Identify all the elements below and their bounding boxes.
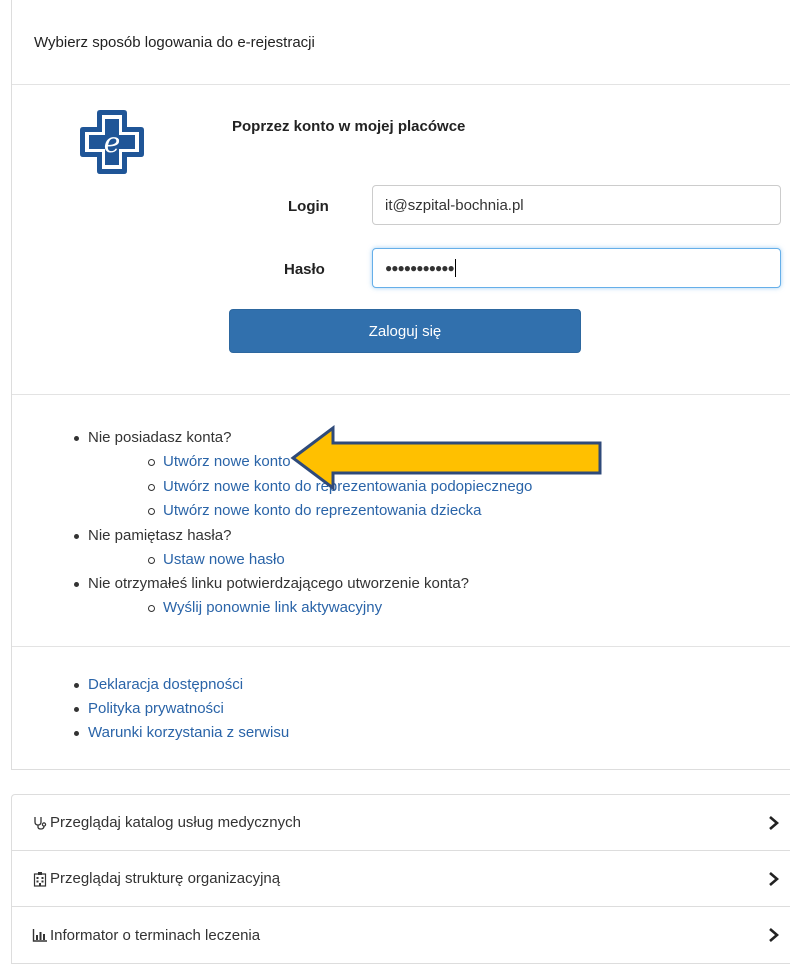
footer-links-list: Deklaracja dostępności Polityka prywatno… [12, 673, 790, 745]
login-label: Login [288, 198, 329, 215]
list-item: Nie pamiętasz hasła? Ustaw nowe hasło [74, 524, 790, 573]
login-button[interactable]: Zaloguj się [229, 309, 581, 353]
privacy-policy-link[interactable]: Polityka prywatności [88, 700, 224, 717]
nav-item-org-structure[interactable]: Przeglądaj strukturę organizacyjną [12, 851, 790, 907]
resend-activation-link[interactable]: Wyślij ponownie link aktywacyjny [163, 599, 382, 616]
stethoscope-icon [32, 815, 48, 831]
password-label: Hasło [284, 261, 325, 278]
password-sublist: Ustaw nowe hasło [88, 548, 790, 573]
list-item: Utwórz nowe konto do reprezentowania dzi… [148, 499, 790, 524]
e-rejestracja-logo: e [80, 110, 144, 174]
terms-of-service-link[interactable]: Warunki korzystania z serwisu [88, 724, 289, 741]
create-child-account-link[interactable]: Utwórz nowe konto do reprezentowania dzi… [163, 502, 482, 519]
chevron-right-icon [769, 816, 779, 830]
login-input-value: it@szpital-bochnia.pl [385, 196, 524, 214]
list-item: Wyślij ponownie link aktywacyjny [148, 596, 790, 621]
activation-sublist: Wyślij ponownie link aktywacyjny [88, 596, 790, 621]
text-caret [454, 259, 456, 277]
login-section: e Poprzez konto w mojej placówce Login i… [12, 85, 790, 395]
login-button-label: Zaloguj się [368, 322, 442, 340]
no-account-text: Nie posiadasz konta? [88, 429, 232, 446]
footer-links-section: Deklaracja dostępności Polityka prywatno… [12, 647, 790, 769]
card-header: Wybierz sposób logowania do e-rejestracj… [12, 0, 790, 85]
nav-item-label: Informator o terminach leczenia [50, 926, 261, 944]
login-input[interactable]: it@szpital-bochnia.pl [372, 185, 781, 225]
login-method-heading: Poprzez konto w mojej placówce [232, 118, 466, 135]
list-item: Nie otrzymałeś linku potwierdzającego ut… [74, 572, 790, 621]
annotation-arrow-icon [290, 425, 602, 491]
create-account-link[interactable]: Utwórz nowe konto [163, 453, 291, 470]
navigation-list: Przeglądaj katalog usług medycznych Prze… [11, 794, 790, 964]
nav-item-label: Przeglądaj katalog usług medycznych [50, 814, 301, 831]
chevron-right-icon [769, 872, 779, 886]
page-title: Wybierz sposób logowania do e-rejestracj… [34, 34, 315, 51]
list-item: Deklaracja dostępności [74, 673, 790, 697]
login-card: Wybierz sposób logowania do e-rejestracj… [11, 0, 790, 770]
nav-item-label: Przeglądaj strukturę organizacyjną [50, 870, 281, 887]
forgot-password-text: Nie pamiętasz hasła? [88, 526, 232, 544]
list-item: Polityka prywatności [74, 697, 790, 721]
svg-text:e: e [104, 126, 121, 159]
list-item: Warunki korzystania z serwisu [74, 721, 790, 745]
list-item: Ustaw nowe hasło [148, 548, 790, 573]
no-activation-link-text: Nie otrzymałeś linku potwierdzającego ut… [88, 575, 470, 592]
bar-chart-icon [32, 927, 48, 943]
set-new-password-link[interactable]: Ustaw nowe hasło [163, 551, 285, 568]
password-input[interactable]: ●●●●●●●●●●● [372, 248, 781, 288]
password-input-value: ●●●●●●●●●●● [385, 261, 455, 275]
nav-item-medical-services[interactable]: Przeglądaj katalog usług medycznych [12, 795, 790, 851]
accessibility-declaration-link[interactable]: Deklaracja dostępności [88, 676, 243, 693]
chevron-right-icon [769, 928, 779, 942]
hospital-icon [32, 871, 48, 887]
